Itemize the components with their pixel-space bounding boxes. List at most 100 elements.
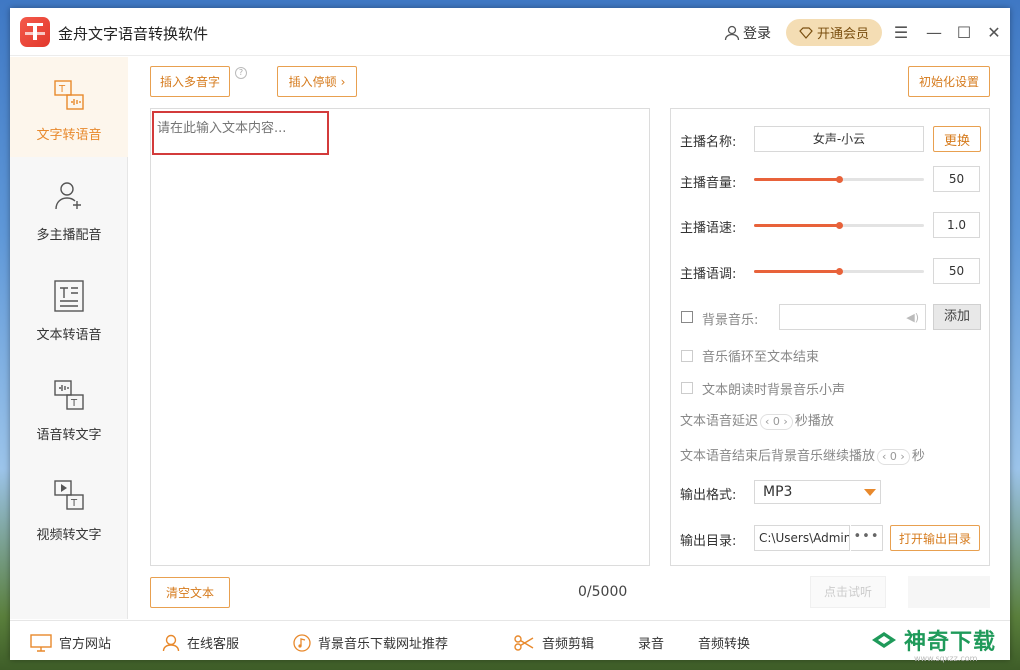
audio-edit-link[interactable]: 音频剪辑 [513, 633, 594, 652]
vip-button[interactable]: 开通会员 [786, 19, 882, 46]
menu-icon[interactable]: ☰ [890, 21, 912, 43]
sidebar-item-label: 多主播配音 [36, 228, 102, 243]
add-bgm-button[interactable]: 添加 [933, 304, 981, 330]
close-icon[interactable]: ✕ [983, 21, 1005, 43]
watermark-logo-icon [872, 632, 896, 648]
loop-checkbox[interactable] [681, 350, 693, 362]
pitch-value[interactable]: 50 [933, 258, 980, 284]
service-label: 在线客服 [187, 637, 240, 652]
audio-convert-link[interactable]: 音频转换 [698, 633, 750, 652]
video-to-text-icon: T [54, 480, 84, 510]
speed-value[interactable]: 1.0 [933, 212, 980, 238]
text-to-speech-icon: T [54, 80, 84, 110]
sidebar-item-label: 文本转语音 [36, 328, 102, 343]
voice-label: 主播名称: [680, 135, 737, 150]
format-value: MP3 [763, 484, 793, 500]
watermark-text: 神奇下载 [904, 629, 997, 655]
sidebar-item-label: 文字转语音 [36, 128, 102, 143]
monitor-icon [30, 633, 52, 652]
text-input[interactable] [150, 108, 650, 566]
settings-panel: 主播名称: 女声-小云 更换 主播音量: 50 主播语速: 1.0 主播语调: … [670, 108, 990, 566]
app-title: 金舟文字语音转换软件 [58, 25, 209, 43]
svg-text:T: T [70, 498, 78, 509]
music-download-label: 背景音乐下载网址推荐 [318, 637, 449, 652]
char-counter: 0/5000 [578, 584, 628, 600]
bottom-bar: 官方网站 在线客服 背景音乐下载网址推荐 音频剪辑 录音 音频转换 [10, 620, 1010, 660]
help-icon[interactable]: ? [235, 67, 247, 79]
volume-value[interactable]: 50 [933, 166, 980, 192]
svg-text:T: T [58, 84, 66, 95]
after-stepper[interactable]: ‹ 0 › [877, 449, 910, 465]
speed-slider[interactable] [754, 222, 924, 229]
delay-suffix: 秒播放 [794, 414, 834, 429]
audio-edit-label: 音频剪辑 [542, 637, 595, 652]
speed-label: 主播语速: [680, 221, 737, 236]
convert-button[interactable] [908, 576, 990, 608]
music-note-icon [293, 633, 311, 652]
sidebar: T 文字转语音 多主播配音 文本转语音 T 语音转文字 T 视频转文字 [10, 57, 128, 619]
clear-text-button[interactable]: 清空文本 [150, 577, 230, 608]
sidebar-item-label: 语音转文字 [36, 428, 102, 443]
browse-button[interactable]: ••• [851, 525, 883, 551]
preview-button[interactable]: 点击试听 [810, 576, 886, 608]
duck-checkbox[interactable] [681, 382, 693, 394]
after-suffix: 秒 [911, 449, 925, 464]
chevron-right-icon: › [340, 74, 346, 89]
website-label: 官方网站 [59, 637, 112, 652]
volume-label: 主播音量: [680, 176, 737, 191]
insert-pause-button[interactable]: 插入停顿 › [277, 66, 357, 97]
sidebar-item-doc-to-speech[interactable]: 文本转语音 [10, 257, 128, 357]
after-prefix: 文本语音结束后背景音乐继续播放 [680, 449, 876, 464]
svg-text:T: T [70, 398, 78, 409]
duck-label: 文本朗读时背景音乐小声 [702, 383, 846, 398]
output-dir-field[interactable]: C:\Users\Admin [754, 525, 850, 551]
sidebar-item-video-to-text[interactable]: T 视频转文字 [10, 457, 128, 557]
maximize-icon[interactable]: ☐ [953, 21, 975, 43]
delay-prefix: 文本语音延迟 [680, 414, 759, 429]
speaker-icon: ◀) [906, 311, 919, 324]
loop-label: 音乐循环至文本结束 [702, 350, 820, 365]
delay-value: 0 [772, 415, 780, 428]
record-link[interactable]: 录音 [638, 633, 664, 652]
format-select[interactable]: MP3 [754, 480, 881, 504]
bgm-checkbox[interactable] [681, 311, 693, 323]
open-dir-button[interactable]: 打开输出目录 [890, 525, 980, 551]
sidebar-item-label: 视频转文字 [36, 528, 102, 543]
login-button[interactable]: 登录 [724, 23, 771, 43]
change-voice-button[interactable]: 更换 [933, 126, 981, 152]
website-link[interactable]: 官方网站 [30, 633, 111, 652]
voice-name-field: 女声-小云 [754, 126, 924, 152]
speech-to-text-icon: T [54, 380, 84, 410]
scissors-icon [514, 634, 534, 651]
vip-label: 开通会员 [816, 27, 869, 42]
bgm-label: 背景音乐: [702, 313, 759, 328]
minimize-icon[interactable]: — [923, 21, 945, 43]
delay-row: 文本语音延迟 ‹ 0 › 秒播放 [680, 410, 834, 430]
service-link[interactable]: 在线客服 [162, 633, 239, 652]
sidebar-item-multi-voice[interactable]: 多主播配音 [10, 157, 128, 257]
volume-slider[interactable] [754, 176, 924, 183]
after-value: 0 [889, 450, 897, 463]
login-label: 登录 [743, 26, 771, 42]
bgm-input[interactable]: ◀) [779, 304, 926, 330]
user-icon [724, 25, 740, 41]
chevron-down-icon [864, 489, 876, 496]
reset-settings-button[interactable]: 初始化设置 [908, 66, 990, 97]
watermark-url: www.sqxzz.com [914, 654, 978, 663]
title-bar: 金舟文字语音转换软件 登录 开通会员 ☰ — ☐ ✕ [10, 8, 1010, 56]
customer-service-icon [162, 634, 180, 651]
after-row: 文本语音结束后背景音乐继续播放 ‹ 0 › 秒 [680, 445, 925, 465]
dir-label: 输出目录: [680, 534, 737, 549]
delay-stepper[interactable]: ‹ 0 › [760, 414, 793, 430]
music-download-link[interactable]: 背景音乐下载网址推荐 [293, 633, 448, 652]
pitch-slider[interactable] [754, 268, 924, 275]
sidebar-item-text-to-speech[interactable]: T 文字转语音 [10, 57, 128, 157]
app-logo-icon [20, 17, 50, 47]
pitch-label: 主播语调: [680, 267, 737, 282]
format-label: 输出格式: [680, 488, 737, 503]
multi-voice-icon [55, 182, 81, 210]
sidebar-item-speech-to-text[interactable]: T 语音转文字 [10, 357, 128, 457]
insert-polyphone-button[interactable]: 插入多音字 [150, 66, 230, 97]
app-window: 金舟文字语音转换软件 登录 开通会员 ☰ — ☐ ✕ T 文字转语音 多主播配音… [10, 8, 1010, 663]
insert-pause-label: 插入停顿 [288, 75, 337, 89]
